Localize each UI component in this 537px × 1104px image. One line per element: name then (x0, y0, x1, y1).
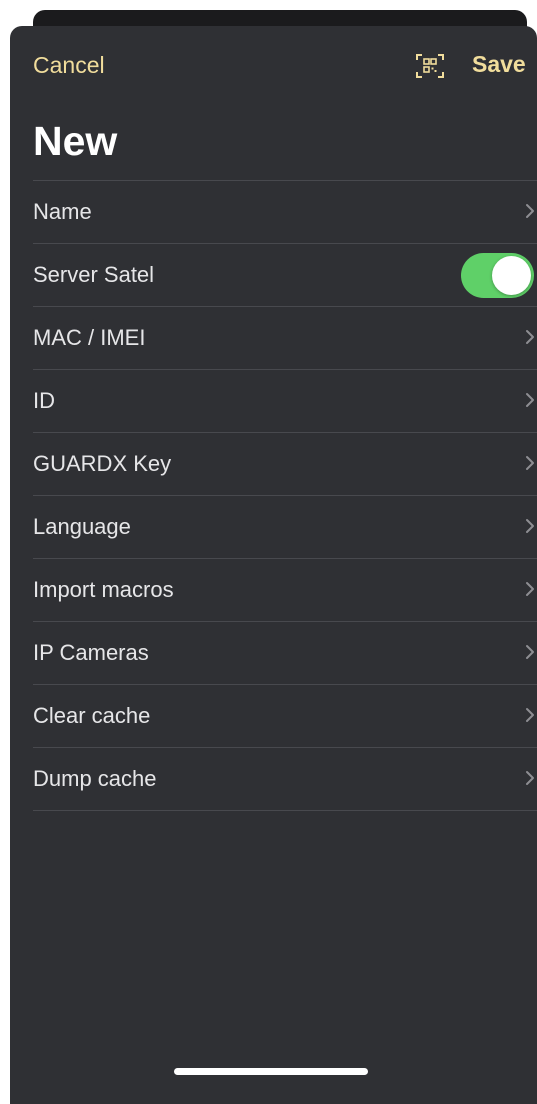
row-label: Import macros (33, 577, 174, 602)
row-label: Server Satel (33, 262, 155, 287)
navigation-bar: Cancel Save (10, 26, 537, 106)
row-import-macros[interactable]: Import macros (33, 559, 537, 622)
row-label: Language (33, 514, 131, 539)
chevron-right-icon (526, 456, 534, 470)
row-mac-imei[interactable]: MAC / IMEI (33, 307, 537, 370)
chevron-right-icon (526, 582, 534, 596)
home-indicator[interactable] (174, 1068, 368, 1075)
toggle-knob (492, 256, 531, 295)
chevron-right-icon (526, 708, 534, 722)
chevron-right-icon (526, 645, 534, 659)
cancel-button[interactable]: Cancel (33, 52, 105, 79)
row-label: IP Cameras (33, 640, 149, 665)
save-button[interactable]: Save (472, 51, 526, 78)
row-ip-cameras[interactable]: IP Cameras (33, 622, 537, 685)
row-label: Clear cache (33, 703, 151, 728)
row-label: GUARDX Key (33, 451, 172, 476)
server-satel-toggle[interactable] (461, 253, 534, 298)
row-label: MAC / IMEI (33, 325, 146, 350)
new-item-sheet: Cancel Save New Name Server Satel MAC / … (10, 26, 537, 1104)
row-language[interactable]: Language (33, 496, 537, 559)
chevron-right-icon (526, 771, 534, 785)
row-dump-cache[interactable]: Dump cache (33, 748, 537, 811)
row-label: Name (33, 199, 92, 224)
chevron-right-icon (526, 393, 534, 407)
chevron-right-icon (526, 519, 534, 533)
row-label: ID (33, 388, 55, 413)
page-title: New (33, 118, 118, 164)
chevron-right-icon (526, 204, 534, 218)
chevron-right-icon (526, 330, 534, 344)
row-server-satel: Server Satel (33, 244, 537, 307)
row-id[interactable]: ID (33, 370, 537, 433)
qr-scan-icon[interactable] (415, 52, 445, 80)
settings-list: Name Server Satel MAC / IMEI ID GUARDX K… (33, 180, 537, 811)
row-guardx-key[interactable]: GUARDX Key (33, 433, 537, 496)
row-label: Dump cache (33, 766, 157, 791)
row-clear-cache[interactable]: Clear cache (33, 685, 537, 748)
row-name[interactable]: Name (33, 181, 537, 244)
